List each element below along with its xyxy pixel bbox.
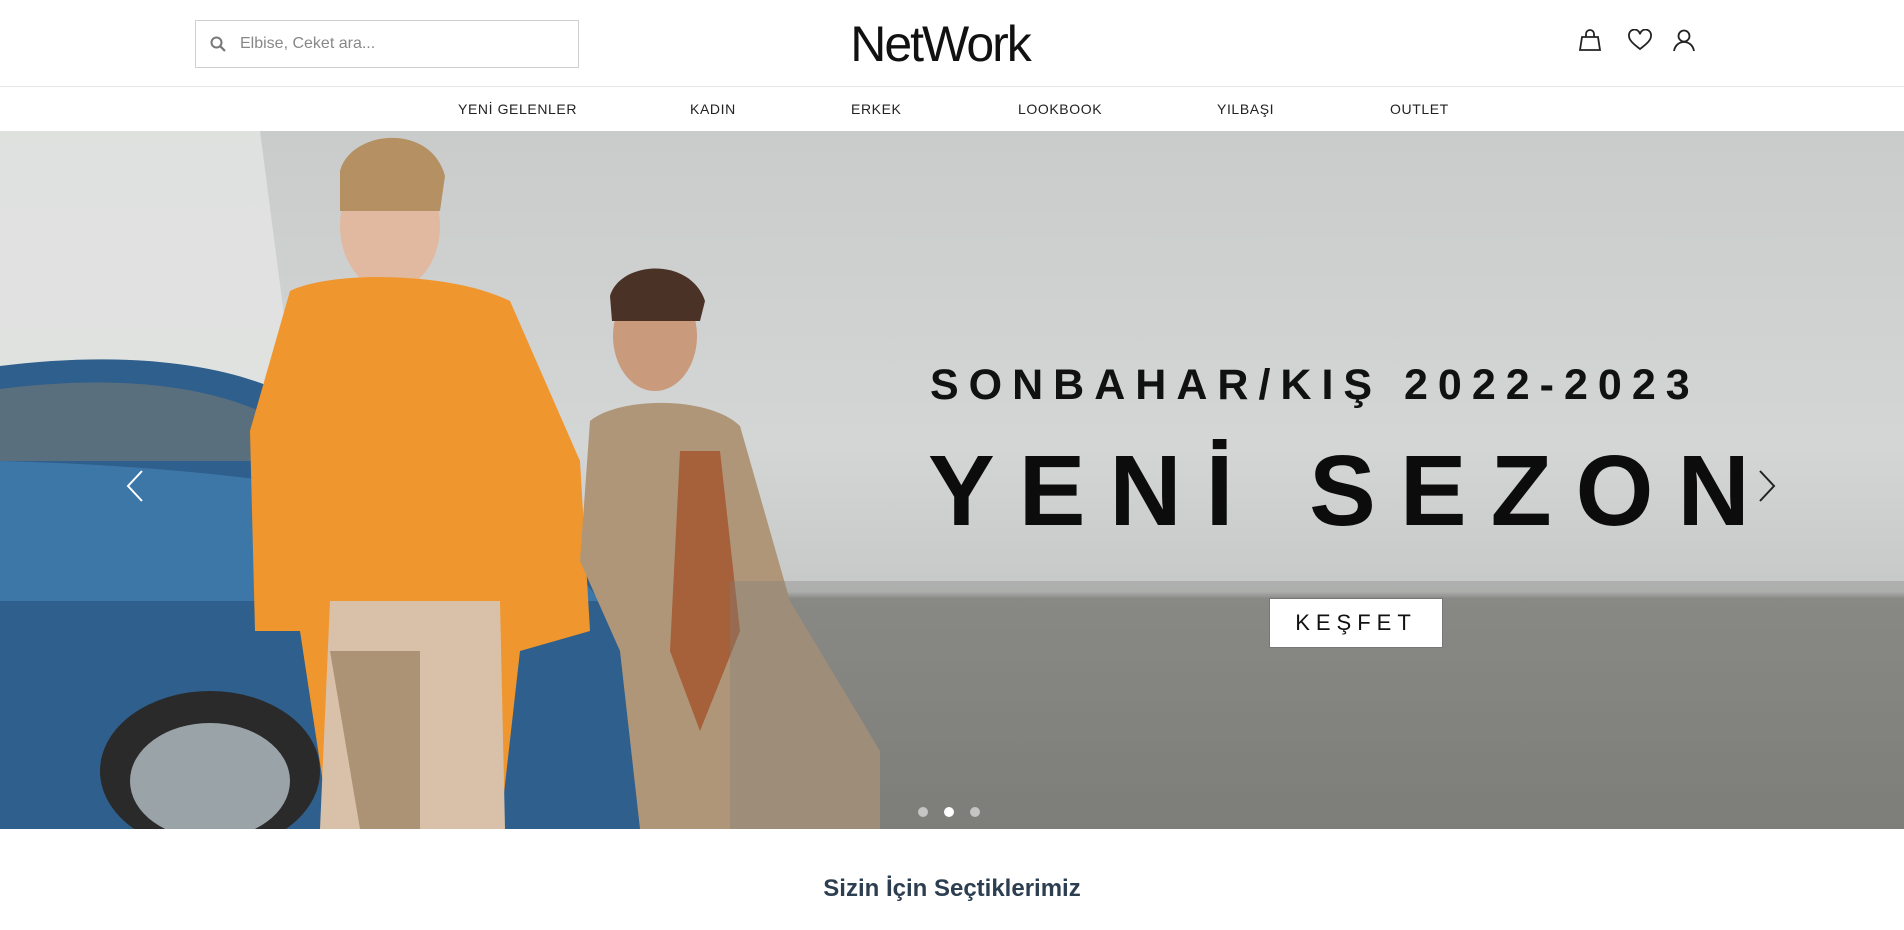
bag-icon[interactable]: [1576, 26, 1604, 54]
search-box[interactable]: [195, 20, 579, 68]
nav-item-outlet[interactable]: OUTLET: [1390, 88, 1449, 131]
discover-button[interactable]: KEŞFET: [1269, 598, 1443, 648]
section-title-picks: Sizin İçin Seçtiklerimiz: [823, 875, 1081, 902]
slider-dot-1[interactable]: [918, 807, 928, 817]
search-input[interactable]: [240, 22, 570, 66]
site-logo[interactable]: NetWork: [820, 14, 1060, 74]
nav-item-erkek[interactable]: ERKEK: [851, 88, 901, 131]
nav-item-kadin[interactable]: KADIN: [690, 88, 736, 131]
slider-dots: [918, 807, 980, 817]
slider-dot-3[interactable]: [970, 807, 980, 817]
nav-item-yeni-gelenler[interactable]: YENİ GELENLER: [458, 88, 577, 131]
hero-banner[interactable]: SONBAHAR/KIŞ 2022-2023 YENİ SEZON KEŞFET: [0, 131, 1904, 829]
main-nav: YENİ GELENLER KADIN ERKEK LOOKBOOK YILBA…: [0, 88, 1904, 131]
nav-item-lookbook[interactable]: LOOKBOOK: [1018, 88, 1102, 131]
user-icon[interactable]: [1670, 26, 1698, 54]
slider-dot-2[interactable]: [944, 807, 954, 817]
site-header: NetWork: [0, 0, 1904, 87]
prev-slide-arrow[interactable]: [120, 466, 150, 506]
hero-subtitle: SONBAHAR/KIŞ 2022-2023: [930, 361, 1700, 409]
search-icon[interactable]: [196, 21, 240, 67]
nav-item-yilbasi[interactable]: YILBAŞI: [1217, 88, 1274, 131]
heart-icon[interactable]: [1626, 26, 1654, 54]
hero-title: YENİ SEZON: [928, 435, 1774, 547]
